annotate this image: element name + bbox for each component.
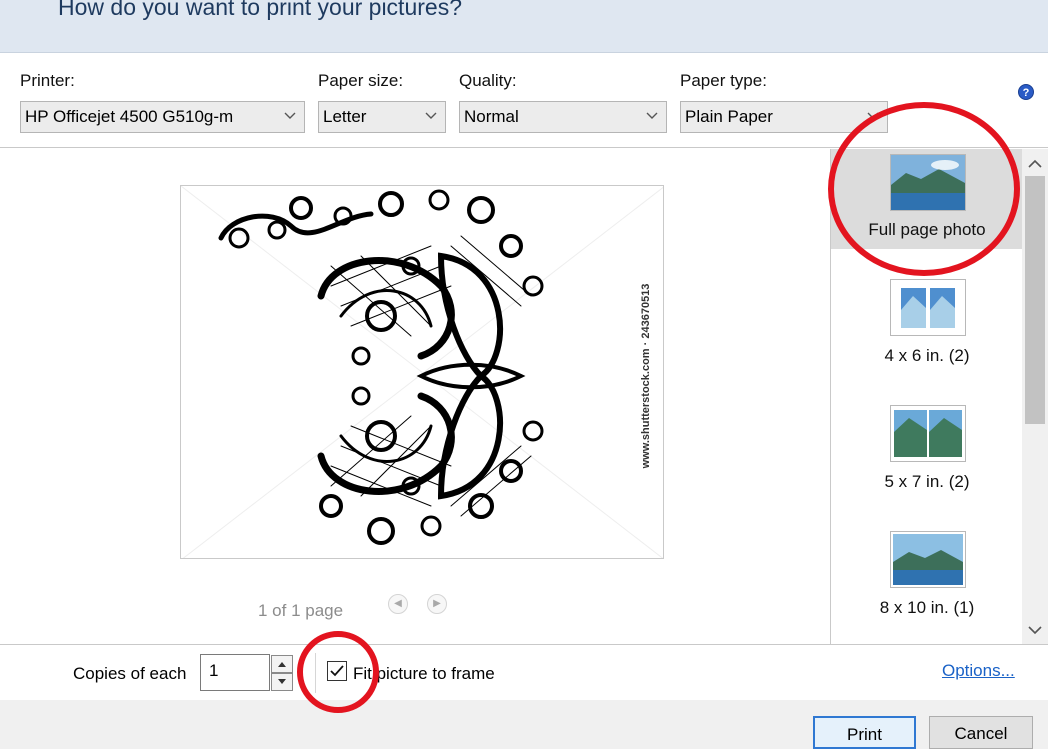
dialog-title: How do you want to print your pictures?	[58, 0, 462, 20]
layout-scrollbar[interactable]	[1022, 149, 1048, 644]
layout-label: Full page photo	[868, 220, 986, 239]
landscape-photo-icon	[891, 155, 965, 210]
triangle-down-icon	[278, 679, 286, 684]
chevron-down-icon	[284, 112, 296, 119]
chevron-right-icon: ▶	[433, 598, 441, 609]
paper-type-select[interactable]: Plain Paper	[680, 101, 888, 133]
print-preview-area: www.shutterstock.com · 243670513 1 of 1 …	[0, 149, 830, 644]
question-icon[interactable]: ?	[1018, 84, 1034, 100]
print-options-bar: Printer: HP Officejet 4500 G510g-m Paper…	[0, 52, 1048, 148]
layout-item-5x7[interactable]: 5 x 7 in. (2)	[831, 401, 1023, 501]
paper-size-select[interactable]: Letter	[318, 101, 446, 133]
fit-picture-label: Fit picture to frame	[353, 664, 495, 683]
title-bar: How do you want to print your pictures?	[0, 0, 1048, 52]
5x7-thumbnail	[890, 405, 966, 462]
landscape-photo-icon	[893, 534, 963, 585]
copies-input[interactable]: 1	[200, 654, 270, 691]
layout-label: 4 x 6 in. (2)	[884, 346, 970, 365]
print-settings-footer: Copies of each 1 Fit picture to frame Op…	[0, 644, 1048, 700]
chevron-up-icon[interactable]	[1027, 157, 1043, 171]
scrollbar-thumb[interactable]	[1025, 176, 1045, 424]
fit-picture-checkbox[interactable]	[327, 661, 347, 681]
paper-size-value: Letter	[323, 107, 367, 126]
printer-select[interactable]: HP Officejet 4500 G510g-m	[20, 101, 305, 133]
full-page-thumbnail	[890, 154, 966, 211]
printer-select-value: HP Officejet 4500 G510g-m	[25, 107, 234, 126]
copies-label: Copies of each	[73, 664, 187, 683]
previous-page-button[interactable]: ◀	[388, 594, 408, 614]
triangle-up-icon	[278, 662, 286, 667]
chevron-down-icon	[867, 112, 879, 119]
paper-type-value: Plain Paper	[685, 107, 773, 126]
4x6-thumbnail	[890, 279, 966, 336]
print-button[interactable]: Print	[813, 716, 916, 749]
quality-select[interactable]: Normal	[459, 101, 667, 133]
paper-type-label: Paper type:	[680, 71, 767, 90]
copies-increment-button[interactable]	[271, 655, 293, 673]
layout-item-4x6[interactable]: 4 x 6 in. (2)	[831, 275, 1023, 375]
layout-label: 5 x 7 in. (2)	[884, 472, 970, 491]
printer-label: Printer:	[20, 71, 75, 90]
page-indicator: 1 of 1 page	[258, 601, 344, 620]
preview-page: www.shutterstock.com · 243670513	[180, 185, 664, 559]
layout-label: 8 x 10 in. (1)	[879, 598, 975, 617]
divider	[315, 653, 316, 693]
cancel-button[interactable]: Cancel	[929, 716, 1033, 749]
quality-value: Normal	[464, 107, 519, 126]
lace-pattern-image: www.shutterstock.com · 243670513	[181, 186, 663, 558]
quality-label: Quality:	[459, 71, 517, 90]
layout-item-8x10[interactable]: 8 x 10 in. (1)	[831, 527, 1023, 627]
layout-list: Full page photo 4 x 6 in. (2) 5 x 7 in. …	[830, 149, 1023, 644]
chevron-down-icon	[425, 112, 437, 119]
checkmark-icon	[330, 665, 344, 677]
chevron-down-icon[interactable]	[1027, 623, 1043, 637]
next-page-button[interactable]: ▶	[427, 594, 447, 614]
two-photos-icon	[894, 410, 962, 457]
paper-size-label: Paper size:	[318, 71, 404, 90]
chevron-down-icon	[646, 112, 658, 119]
options-link[interactable]: Options...	[942, 661, 1015, 681]
layout-item-full-page[interactable]: Full page photo	[831, 149, 1023, 249]
copies-decrement-button[interactable]	[271, 673, 293, 691]
8x10-thumbnail	[890, 531, 966, 588]
two-photos-icon	[901, 288, 955, 328]
chevron-left-icon: ◀	[394, 598, 402, 609]
watermark-text: www.shutterstock.com · 243670513	[640, 284, 652, 470]
dialog-button-bar: Print Cancel	[0, 700, 1048, 749]
